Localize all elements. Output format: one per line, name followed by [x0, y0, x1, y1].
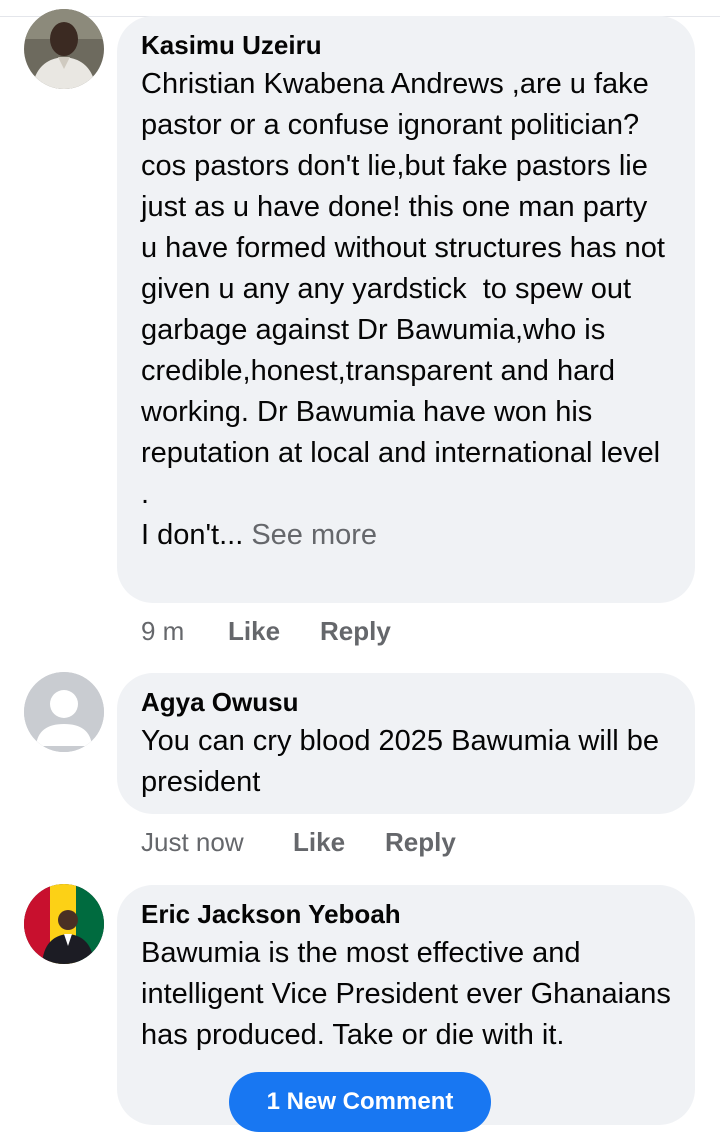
comment-timestamp[interactable]: Just now [141, 827, 293, 858]
reply-button[interactable]: Reply [320, 616, 391, 647]
default-user-icon [24, 672, 104, 752]
avatar[interactable] [24, 9, 104, 89]
user-photo-icon [24, 9, 104, 89]
comment-text: Christian Kwabena Andrews ,are u fake pa… [141, 64, 671, 556]
reply-button[interactable]: Reply [385, 827, 456, 858]
user-photo-icon [24, 884, 104, 964]
see-more-link[interactable]: See more [251, 519, 377, 551]
comment-author[interactable]: Eric Jackson Yeboah [141, 897, 671, 931]
comment-bubble: Agya Owusu You can cry blood 2025 Bawumi… [117, 673, 695, 814]
new-comment-button[interactable]: 1 New Comment [229, 1072, 491, 1132]
comment-timestamp[interactable]: 9 m [141, 616, 228, 647]
comment-text: Bawumia is the most effective and intell… [141, 937, 679, 1051]
avatar[interactable] [24, 672, 104, 752]
comment-actions: Just now Like Reply [141, 827, 456, 858]
avatar[interactable] [24, 884, 104, 964]
comment-author[interactable]: Agya Owusu [141, 685, 671, 719]
comment-body: Christian Kwabena Andrews ,are u fake pa… [141, 68, 665, 551]
comment-actions: 9 m Like Reply [141, 616, 391, 647]
top-divider [0, 0, 720, 17]
comment-author[interactable]: Kasimu Uzeiru [141, 28, 671, 62]
comment-bubble: Kasimu Uzeiru Christian Kwabena Andrews … [117, 16, 695, 603]
comment-text: You can cry blood 2025 Bawumia will be p… [141, 725, 668, 798]
like-button[interactable]: Like [293, 827, 385, 858]
like-button[interactable]: Like [228, 616, 320, 647]
